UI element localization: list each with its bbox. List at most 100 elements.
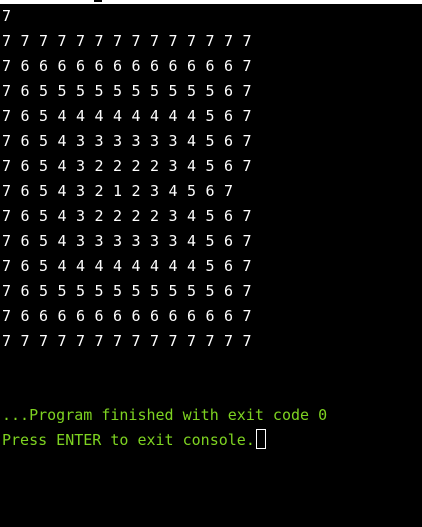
grid-cell: 5 bbox=[94, 282, 104, 300]
grid-cell: 3 bbox=[76, 182, 86, 200]
grid-cell: 5 bbox=[205, 82, 215, 100]
grid-cell: 6 bbox=[224, 157, 234, 175]
grid-cell: 6 bbox=[94, 307, 104, 325]
grid-row: 76544444444567 bbox=[2, 104, 261, 129]
pattern-grid: 7777777777777776666666666667765555555555… bbox=[2, 29, 261, 354]
grid-cell: 5 bbox=[205, 282, 215, 300]
grid-cell: 6 bbox=[224, 82, 234, 100]
grid-cell: 2 bbox=[131, 182, 141, 200]
grid-cell: 6 bbox=[113, 307, 123, 325]
grid-cell: 4 bbox=[57, 207, 67, 225]
grid-cell: 5 bbox=[113, 82, 123, 100]
grid-cell: 4 bbox=[76, 107, 86, 125]
grid-cell: 7 bbox=[131, 32, 141, 50]
grid-cell: 6 bbox=[20, 207, 30, 225]
grid-cell: 6 bbox=[150, 307, 160, 325]
grid-cell: 7 bbox=[39, 332, 49, 350]
grid-cell: 7 bbox=[39, 32, 49, 50]
grid-cell: 7 bbox=[242, 207, 252, 225]
grid-cell: 5 bbox=[150, 282, 160, 300]
grid-cell: 6 bbox=[20, 107, 30, 125]
grid-cell: 5 bbox=[113, 282, 123, 300]
grid-cell: 5 bbox=[39, 182, 49, 200]
grid-cell: 7 bbox=[76, 332, 86, 350]
grid-cell: 7 bbox=[242, 82, 252, 100]
grid-cell: 5 bbox=[39, 107, 49, 125]
grid-cell: 7 bbox=[2, 57, 12, 75]
grid-cell: 7 bbox=[242, 307, 252, 325]
grid-cell: 5 bbox=[168, 282, 178, 300]
grid-cell: 4 bbox=[113, 257, 123, 275]
grid-cell: 4 bbox=[131, 257, 141, 275]
grid-cell: 7 bbox=[2, 157, 12, 175]
grid-cell: 7 bbox=[187, 32, 197, 50]
grid-cell: 3 bbox=[150, 182, 160, 200]
grid-cell: 4 bbox=[94, 257, 104, 275]
grid-cell: 5 bbox=[76, 82, 86, 100]
grid-cell: 7 bbox=[2, 257, 12, 275]
grid-cell: 4 bbox=[57, 157, 67, 175]
grid-cell: 3 bbox=[94, 132, 104, 150]
grid-cell: 4 bbox=[76, 257, 86, 275]
grid-cell: 4 bbox=[57, 132, 67, 150]
grid-cell: 7 bbox=[205, 32, 215, 50]
grid-cell: 7 bbox=[2, 182, 12, 200]
text-cursor[interactable] bbox=[255, 429, 266, 449]
grid-cell: 6 bbox=[224, 107, 234, 125]
grid-row: 7654321234567 bbox=[2, 179, 261, 204]
grid-row: 76666666666667 bbox=[2, 54, 261, 79]
grid-cell: 4 bbox=[131, 107, 141, 125]
grid-cell: 7 bbox=[242, 107, 252, 125]
grid-cell: 5 bbox=[205, 232, 215, 250]
grid-row: 76543333334567 bbox=[2, 229, 261, 254]
grid-cell: 7 bbox=[242, 157, 252, 175]
grid-cell: 6 bbox=[168, 57, 178, 75]
grid-cell: 6 bbox=[224, 232, 234, 250]
grid-cell: 5 bbox=[76, 282, 86, 300]
grid-cell: 4 bbox=[150, 257, 160, 275]
grid-cell: 7 bbox=[2, 282, 12, 300]
grid-row: 76543222234567 bbox=[2, 154, 261, 179]
grid-cell: 6 bbox=[20, 232, 30, 250]
grid-cell: 7 bbox=[242, 257, 252, 275]
grid-cell: 7 bbox=[242, 232, 252, 250]
grid-cell: 7 bbox=[168, 332, 178, 350]
console-output[interactable]: 7 77777777777777766666666666677655555555… bbox=[0, 4, 422, 527]
grid-cell: 2 bbox=[113, 157, 123, 175]
exit-prompt-line: Press ENTER to exit console. bbox=[2, 428, 266, 453]
grid-cell: 7 bbox=[113, 332, 123, 350]
grid-cell: 7 bbox=[187, 332, 197, 350]
grid-cell: 4 bbox=[94, 107, 104, 125]
grid-cell: 7 bbox=[76, 32, 86, 50]
grid-cell: 6 bbox=[57, 57, 67, 75]
grid-cell: 7 bbox=[2, 132, 12, 150]
grid-cell: 3 bbox=[113, 132, 123, 150]
grid-cell: 3 bbox=[76, 157, 86, 175]
grid-cell: 5 bbox=[39, 282, 49, 300]
grid-cell: 3 bbox=[76, 132, 86, 150]
grid-cell: 7 bbox=[2, 207, 12, 225]
grid-row: 76543222234567 bbox=[2, 204, 261, 229]
grid-cell: 6 bbox=[20, 82, 30, 100]
grid-cell: 4 bbox=[168, 107, 178, 125]
exit-prompt: Press ENTER to exit console. bbox=[2, 431, 255, 449]
grid-cell: 6 bbox=[20, 57, 30, 75]
grid-cell: 6 bbox=[224, 132, 234, 150]
grid-cell: 7 bbox=[242, 282, 252, 300]
grid-cell: 6 bbox=[20, 157, 30, 175]
grid-cell: 1 bbox=[113, 182, 123, 200]
grid-cell: 4 bbox=[57, 182, 67, 200]
grid-cell: 7 bbox=[2, 307, 12, 325]
grid-cell: 2 bbox=[113, 207, 123, 225]
grid-cell: 6 bbox=[187, 307, 197, 325]
grid-cell: 4 bbox=[187, 157, 197, 175]
grid-cell: 2 bbox=[94, 182, 104, 200]
grid-cell: 5 bbox=[205, 107, 215, 125]
grid-cell: 7 bbox=[2, 107, 12, 125]
grid-cell: 6 bbox=[131, 307, 141, 325]
grid-cell: 6 bbox=[20, 282, 30, 300]
grid-cell: 6 bbox=[150, 57, 160, 75]
grid-cell: 6 bbox=[224, 282, 234, 300]
grid-cell: 7 bbox=[57, 332, 67, 350]
grid-cell: 7 bbox=[2, 232, 12, 250]
